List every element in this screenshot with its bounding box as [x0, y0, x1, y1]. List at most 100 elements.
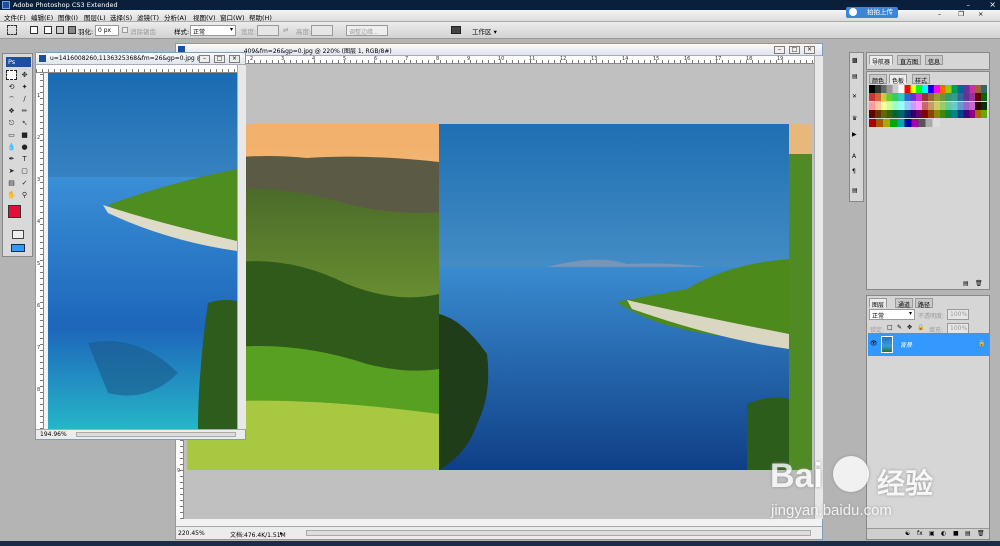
clone-source-icon[interactable]: ♛ — [852, 115, 857, 122]
new-swatch-icon[interactable]: ▤ — [963, 280, 969, 287]
blur-tool-icon[interactable]: 💧 — [6, 142, 17, 152]
menu-filter[interactable]: 滤镜(T) — [137, 12, 159, 22]
window-restore-icon[interactable]: ❐ — [958, 10, 964, 18]
character-icon[interactable]: A — [852, 153, 856, 160]
shape-tool-icon[interactable]: ▢ — [19, 166, 30, 176]
cloud-upload-button[interactable]: 拍拍上传 — [846, 7, 898, 18]
new-selection-icon[interactable] — [30, 26, 38, 34]
tab-channels[interactable]: 通道 — [895, 298, 914, 309]
quick-mask-icon[interactable] — [12, 230, 24, 239]
dodge-tool-icon[interactable]: ● — [19, 142, 30, 152]
feather-input[interactable]: 0 px — [95, 25, 119, 36]
lasso-tool-icon[interactable]: ⟲ — [6, 82, 17, 92]
workspace-button[interactable]: 工作区 ▾ — [472, 26, 497, 36]
menu-help[interactable]: 帮助(H) — [249, 12, 272, 22]
watermark-brand-cn: 经验 — [877, 467, 934, 500]
marquee-tool-icon[interactable] — [6, 70, 17, 80]
close-button[interactable]: × — [989, 0, 996, 9]
brush-tool-icon[interactable]: ✏ — [19, 106, 30, 116]
hand-tool-icon[interactable]: ✋ — [6, 190, 17, 200]
height-input[interactable] — [311, 25, 333, 36]
healing-brush-icon[interactable]: ❖ — [6, 106, 17, 116]
menu-file[interactable]: 文件(F) — [4, 12, 26, 22]
tab-info[interactable]: 信息 — [925, 55, 944, 66]
gradient-tool-icon[interactable]: ■ — [19, 130, 30, 140]
slice-tool-icon[interactable]: ∕ — [19, 94, 30, 104]
swap-icon[interactable]: ⇄ — [283, 26, 288, 34]
lock-position-icon[interactable]: ✥ — [907, 324, 912, 331]
crop-tool-icon[interactable]: ⌔ — [6, 94, 17, 104]
swatch-grid[interactable] — [869, 85, 987, 127]
opacity-input[interactable]: 100% — [947, 309, 969, 320]
marquee-tool-icon[interactable] — [7, 25, 17, 35]
palette-well-icon[interactable] — [451, 26, 461, 34]
menu-analysis[interactable]: 分析(A) — [164, 12, 187, 22]
zoom-level[interactable]: 220.45% — [178, 530, 205, 537]
left-doc-maximize-button[interactable]: □ — [214, 55, 225, 63]
move-tool-icon[interactable]: ✥ — [19, 70, 30, 80]
status-menu-arrow-icon[interactable]: ▸ — [280, 530, 283, 537]
menu-edit[interactable]: 编辑(E) — [31, 12, 53, 22]
window-minimize-icon[interactable]: – — [938, 10, 941, 18]
clone-stamp-icon[interactable]: ⎋ — [6, 118, 17, 128]
actions-icon[interactable]: ▶ — [852, 131, 857, 138]
notes-tool-icon[interactable]: ▤ — [6, 178, 17, 188]
doc-minimize-button[interactable]: – — [774, 46, 785, 54]
menu-window[interactable]: 窗口(W) — [220, 12, 245, 22]
doc-maximize-button[interactable]: □ — [789, 46, 800, 54]
doc-close-button[interactable]: × — [804, 46, 815, 54]
tab-histogram[interactable]: 直方图 — [897, 55, 922, 66]
history-brush-icon[interactable]: ➴ — [19, 118, 30, 128]
left-document-titlebar[interactable]: u=1416008260,1136325368&fm=26&gp=0.jpg @… — [36, 53, 245, 65]
magic-wand-icon[interactable]: ✦ — [19, 82, 30, 92]
zoom-tool-icon[interactable]: ⚲ — [19, 190, 30, 200]
left-zoom-level[interactable]: 194.96% — [40, 431, 67, 438]
blend-mode-select[interactable]: 正常 ▾ — [869, 309, 915, 320]
refine-edge-button[interactable]: 调整边缘... — [346, 25, 388, 36]
path-selection-icon[interactable]: ➤ — [6, 166, 17, 176]
left-vertical-scrollbar[interactable] — [237, 65, 246, 429]
tab-styles[interactable]: 样式 — [912, 74, 931, 85]
layer-row-background[interactable]: 👁 背景 🔒 — [868, 333, 989, 356]
tab-color[interactable]: 颜色 — [869, 74, 888, 85]
type-tool-icon[interactable]: T — [19, 154, 30, 164]
layer-comps-icon[interactable]: ▤ — [852, 187, 858, 194]
lock-transparent-icon[interactable]: □ — [887, 324, 893, 331]
left-doc-minimize-button[interactable]: – — [199, 55, 210, 63]
width-input[interactable] — [257, 25, 279, 36]
visibility-eye-icon[interactable]: 👁 — [870, 340, 878, 347]
add-selection-icon[interactable] — [44, 26, 52, 34]
main-document-titlebar[interactable]: ...409&fm=26&gp=0.jpg @ 220% (图层 1, RGB/… — [176, 44, 822, 56]
tab-layers[interactable]: 图层 — [869, 298, 888, 309]
subtract-selection-icon[interactable] — [56, 26, 64, 34]
vertical-scrollbar[interactable] — [814, 56, 823, 519]
tool-presets-icon[interactable]: ✕ — [852, 93, 857, 100]
lock-all-icon[interactable]: 🔒 — [917, 324, 924, 331]
menu-select[interactable]: 选择(S) — [110, 12, 132, 22]
eyedropper-icon[interactable]: ✓ — [19, 178, 30, 188]
style-select[interactable]: 正常 ▾ — [190, 25, 236, 36]
left-horizontal-scrollbar[interactable] — [76, 432, 236, 437]
brush-preset-icon[interactable]: ▩ — [852, 57, 858, 64]
minimize-button[interactable]: – — [967, 1, 971, 9]
history-icon[interactable]: ▤ — [852, 73, 858, 80]
layer-name[interactable]: 背景 — [900, 340, 912, 349]
delete-swatch-icon[interactable]: 🗑 — [975, 280, 983, 287]
tab-navigator[interactable]: 导航器 — [869, 55, 894, 66]
tab-swatches[interactable]: 色板 — [889, 74, 908, 85]
horizontal-scrollbar[interactable] — [306, 530, 811, 536]
menu-image[interactable]: 图像(I) — [58, 12, 78, 22]
antialias-checkbox[interactable] — [122, 27, 128, 33]
menu-view[interactable]: 视图(V) — [193, 12, 216, 22]
lock-image-icon[interactable]: ✎ — [897, 324, 902, 331]
tab-paths[interactable]: 路径 — [915, 298, 934, 309]
eraser-tool-icon[interactable]: ▭ — [6, 130, 17, 140]
menu-layer[interactable]: 图层(L) — [84, 12, 106, 22]
left-doc-close-button[interactable]: × — [229, 55, 240, 63]
screen-mode-icon[interactable] — [11, 244, 25, 252]
paragraph-icon[interactable]: ¶ — [852, 168, 856, 175]
pen-tool-icon[interactable]: ✒ — [6, 154, 17, 164]
foreground-color-swatch[interactable] — [8, 205, 21, 218]
intersect-selection-icon[interactable] — [68, 26, 76, 34]
window-close-icon[interactable]: × — [978, 10, 983, 18]
